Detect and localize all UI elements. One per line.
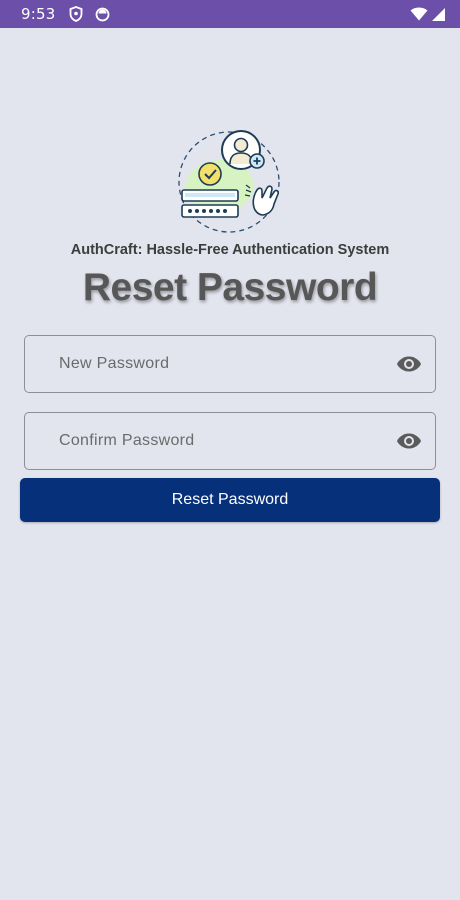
app-subtitle: AuthCraft: Hassle-Free Authentication Sy… [70, 242, 390, 258]
wifi-icon [410, 7, 428, 21]
signal-icon [430, 7, 446, 22]
page-title: Reset Password [82, 266, 378, 309]
new-password-field[interactable] [24, 335, 436, 393]
eye-icon[interactable] [395, 351, 423, 377]
authentication-illustration [170, 128, 290, 238]
status-left-group: 9:53 [21, 5, 110, 23]
status-bar: 9:53 [0, 0, 460, 28]
new-password-input[interactable] [25, 336, 435, 392]
eye-icon[interactable] [395, 428, 423, 454]
shield-icon [69, 6, 83, 22]
reset-password-screen: AuthCraft: Hassle-Free Authentication Sy… [0, 28, 460, 900]
confirm-password-field[interactable] [24, 412, 436, 470]
status-right-group [410, 7, 446, 22]
record-icon [95, 7, 110, 22]
reset-password-button[interactable]: Reset Password [20, 478, 440, 522]
status-time: 9:53 [21, 5, 56, 23]
confirm-password-input[interactable] [25, 413, 435, 469]
